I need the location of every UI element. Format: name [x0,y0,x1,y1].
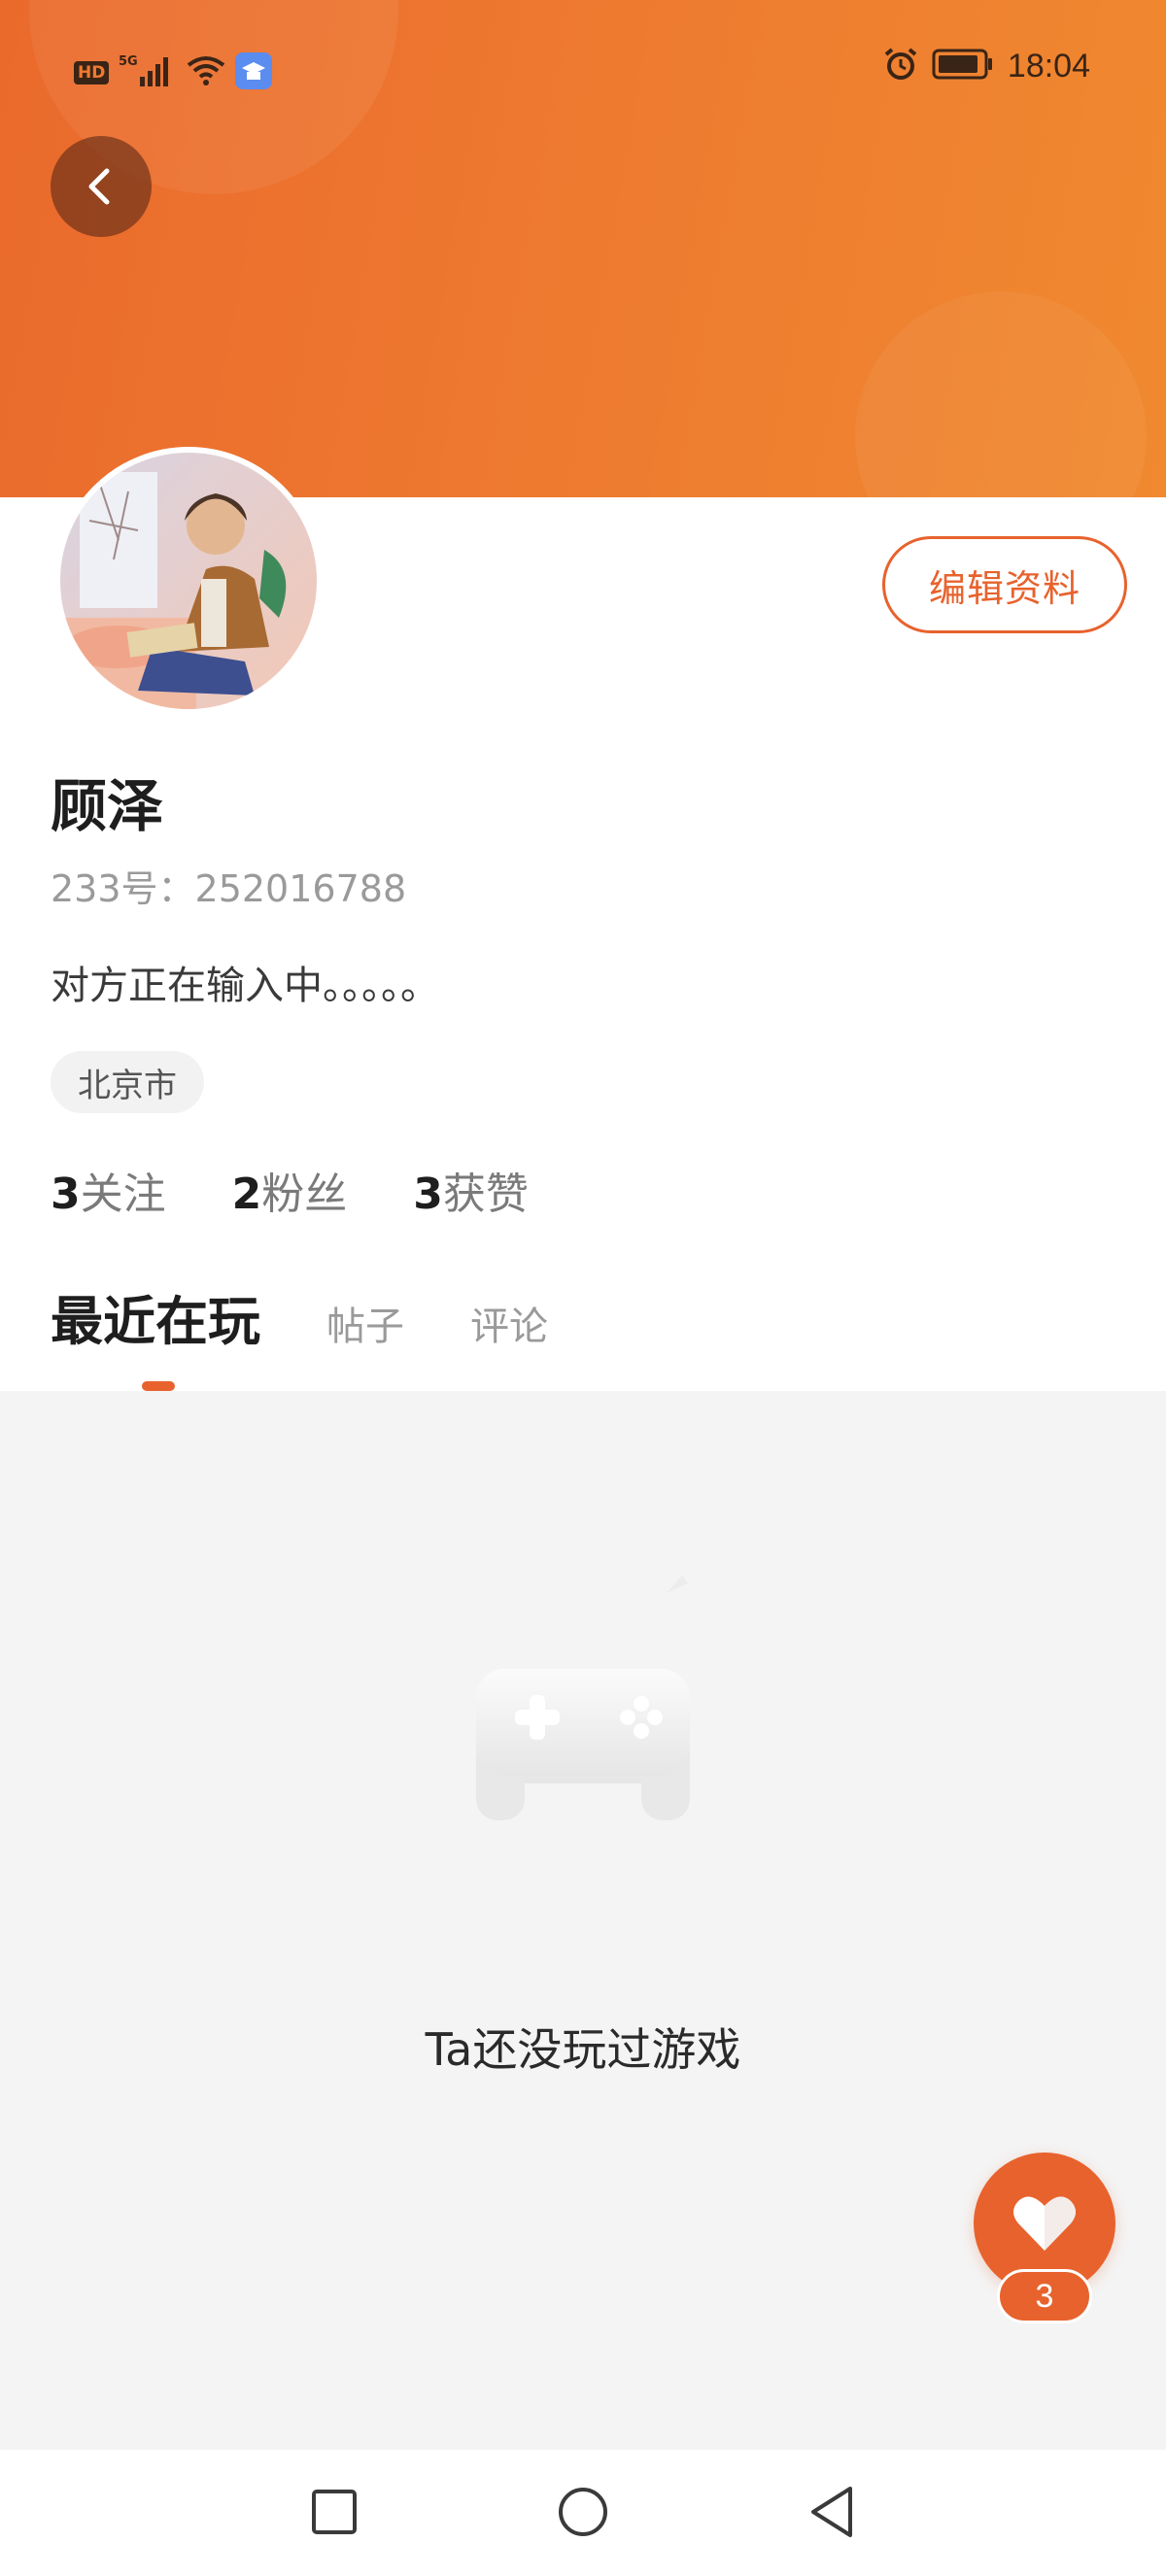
stat-label: 粉丝 [261,1169,348,1219]
recent-apps-button[interactable] [305,2483,363,2541]
banner-decoration [855,291,1147,497]
active-tab-indicator [142,1381,175,1391]
profile-signature: 对方正在输入中。。。。。 [51,964,439,1008]
profile-name: 顾泽 [51,773,164,839]
stat-number: 3 [413,1169,443,1219]
triangle-back-icon [811,2487,852,2537]
battery-icon [932,49,994,84]
stat-number: 2 [231,1169,262,1219]
home-button[interactable] [554,2483,612,2541]
alarm-icon [883,47,918,85]
status-time: 18:04 [1007,47,1090,85]
wifi-icon [187,55,225,90]
tab-comments[interactable]: 评论 [470,1293,548,1361]
status-left: HD 5G [74,52,273,93]
hd-badge: HD [74,61,110,85]
circle-icon [559,2488,607,2536]
stat-label: 关注 [80,1169,166,1219]
signal-icon: 5G [119,53,177,92]
stat-likes[interactable]: 3获赞 [413,1166,529,1224]
heart-icon [1013,2196,1076,2251]
tab-posts[interactable]: 帖子 [326,1293,404,1361]
avatar[interactable] [54,447,323,715]
avatar-illustration [60,453,317,709]
network-type-label: 5G [119,54,138,69]
tab-content-area [0,1391,1166,2450]
app-notification-icon [235,52,273,93]
profile-id: 233号：252016788 [51,867,407,910]
back-button[interactable] [51,136,152,237]
tab-recently-played[interactable]: 最近在玩 [51,1288,260,1356]
edit-profile-button[interactable]: 编辑资料 [882,536,1127,633]
stat-following[interactable]: 3关注 [51,1166,166,1224]
status-right: 18:04 [883,47,1090,85]
square-icon [312,2490,357,2534]
stat-number: 3 [51,1169,81,1219]
location-tag: 北京市 [51,1051,204,1113]
profile-stats: 3关注 2粉丝 3获赞 [51,1166,529,1224]
like-count-badge: 3 [997,2269,1092,2323]
stat-label: 获赞 [442,1169,529,1219]
status-bar: HD 5G 18:04 [0,43,1166,101]
chevron-left-icon [88,168,110,205]
gamepad-icon [408,1554,758,1846]
stat-followers[interactable]: 2粉丝 [232,1166,348,1224]
back-nav-button[interactable] [803,2483,861,2541]
profile-tabs: 最近在玩 帖子 评论 [51,1288,548,1361]
empty-state-text: Ta还没玩过游戏 [425,2023,741,2076]
